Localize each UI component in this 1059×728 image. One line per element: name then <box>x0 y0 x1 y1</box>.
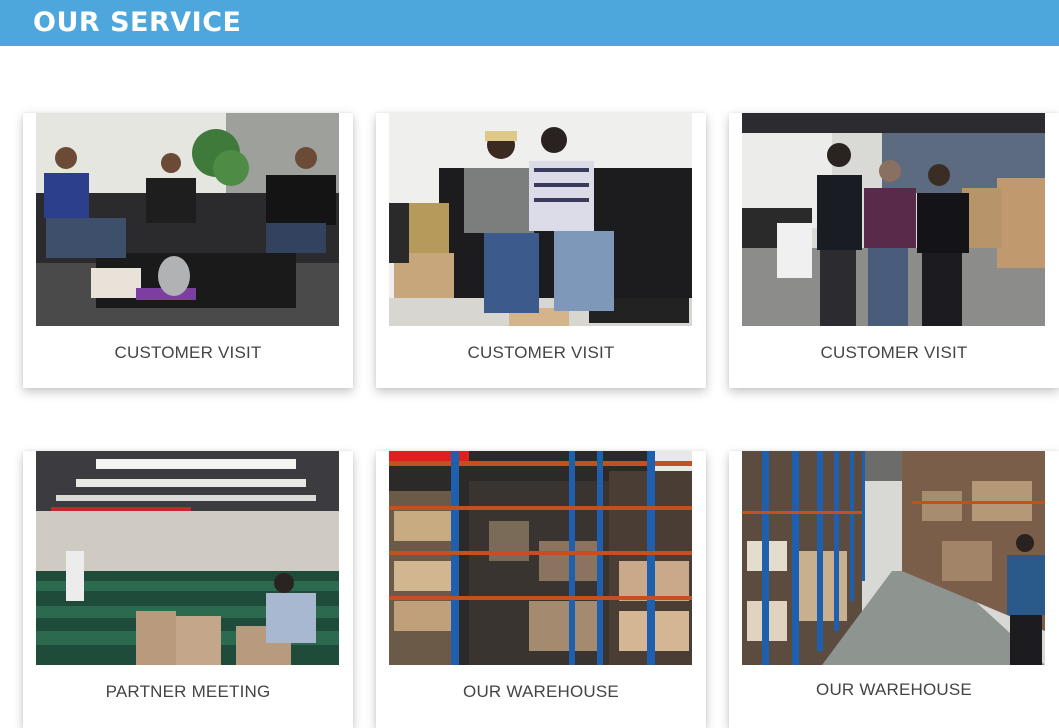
section-title: OUR SERVICE <box>33 7 242 38</box>
photo-conference-hall <box>36 451 339 665</box>
photo-office-handshake <box>742 113 1045 326</box>
card-caption: OUR WAREHOUSE <box>463 682 619 701</box>
photo-warehouse-racks <box>389 451 692 665</box>
service-card-our-warehouse-1[interactable]: OUR WAREHOUSE <box>376 451 706 728</box>
card-caption: PARTNER MEETING <box>105 682 271 701</box>
photo-office-lounge-meeting <box>36 113 339 326</box>
service-card-our-warehouse-2[interactable]: OUR WAREHOUSE <box>729 451 1059 728</box>
card-caption: CUSTOMER VISIT <box>820 343 968 362</box>
section-header-bar: OUR SERVICE <box>0 0 1059 46</box>
service-card-customer-visit-2[interactable]: CUSTOMER VISIT <box>376 113 706 388</box>
photo-two-men-on-sofa <box>389 113 692 326</box>
service-card-customer-visit-1[interactable]: CUSTOMER VISIT <box>23 113 353 388</box>
service-card-partner-meeting[interactable]: PARTNER MEETING <box>23 451 353 728</box>
service-card-customer-visit-3[interactable]: CUSTOMER VISIT <box>729 113 1059 388</box>
card-caption: OUR WAREHOUSE <box>816 680 972 699</box>
card-caption: CUSTOMER VISIT <box>467 343 615 362</box>
photo-warehouse-aisle <box>742 451 1045 665</box>
card-caption: CUSTOMER VISIT <box>114 343 262 362</box>
